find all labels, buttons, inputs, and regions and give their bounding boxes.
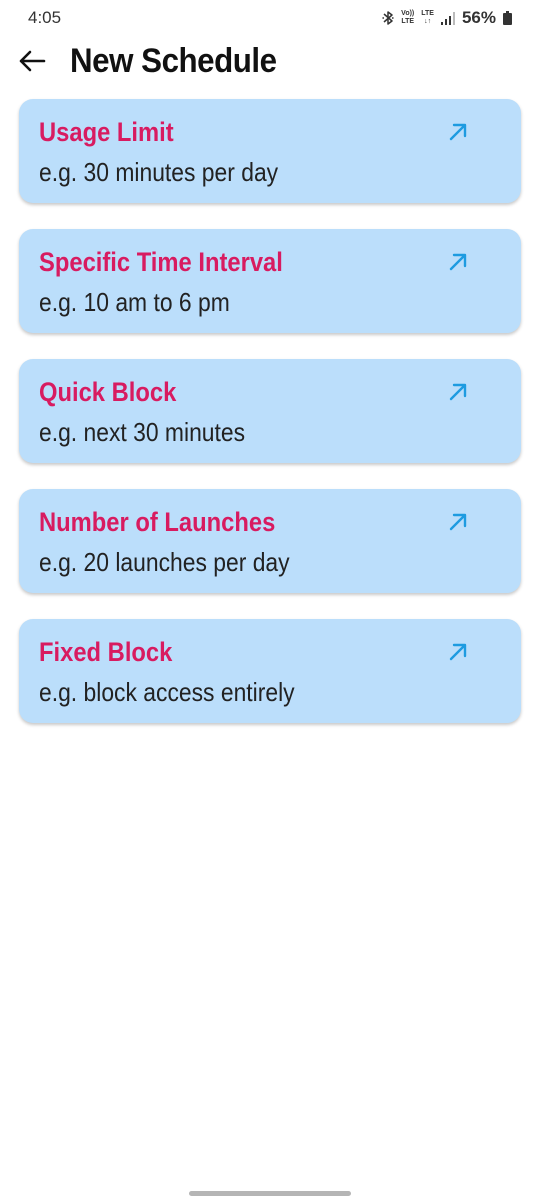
card-title: Fixed Block xyxy=(39,637,173,667)
volte-top-label: Vo)) xyxy=(401,10,415,17)
back-button[interactable] xyxy=(12,43,52,83)
card-title: Usage Limit xyxy=(39,117,174,147)
bluetooth-icon xyxy=(382,10,394,26)
status-bar: 4:05 Vo)) LTE LTE ↓↑ 56% xyxy=(0,0,540,36)
app-bar: New Schedule xyxy=(0,38,540,88)
status-icons: Vo)) LTE LTE ↓↑ 56% xyxy=(382,8,512,28)
schedule-card-quick-block[interactable]: Quick Block e.g. next 30 minutes xyxy=(19,359,521,463)
page-title: New Schedule xyxy=(70,42,277,80)
schedule-card-fixed-block[interactable]: Fixed Block e.g. block access entirely xyxy=(19,619,521,723)
lte-top-label: LTE xyxy=(421,10,434,17)
card-subtitle: e.g. next 30 minutes xyxy=(39,417,246,447)
gesture-nav-handle[interactable] xyxy=(189,1191,351,1196)
card-subtitle: e.g. block access entirely xyxy=(39,677,295,707)
volte-icon: Vo)) LTE xyxy=(401,10,414,26)
lte-bottom-label: ↓↑ xyxy=(424,18,432,25)
new-schedule-screen: 4:05 Vo)) LTE LTE ↓↑ 56% New Schedule Us… xyxy=(0,0,540,1204)
card-subtitle: e.g. 30 minutes per day xyxy=(39,157,279,187)
card-title: Quick Block xyxy=(39,377,177,407)
arrow-up-right-icon xyxy=(447,251,469,273)
battery-icon xyxy=(503,11,512,25)
schedule-card-usage-limit[interactable]: Usage Limit e.g. 30 minutes per day xyxy=(19,99,521,203)
signal-icon xyxy=(440,11,455,25)
volte-bottom-label: LTE xyxy=(401,18,415,25)
arrow-up-right-icon xyxy=(447,121,469,143)
schedule-card-number-of-launches[interactable]: Number of Launches e.g. 20 launches per … xyxy=(19,489,521,593)
arrow-up-right-icon xyxy=(447,511,469,533)
card-title: Number of Launches xyxy=(39,507,276,537)
status-time: 4:05 xyxy=(28,8,62,27)
battery-percentage: 56% xyxy=(461,8,496,27)
lte-data-icon: LTE ↓↑ xyxy=(421,10,434,26)
schedule-type-list: Usage Limit e.g. 30 minutes per day Spec… xyxy=(19,99,521,749)
arrow-left-icon xyxy=(18,49,46,78)
card-subtitle: e.g. 20 launches per day xyxy=(39,547,290,577)
arrow-up-right-icon xyxy=(447,641,469,663)
arrow-up-right-icon xyxy=(447,381,469,403)
schedule-card-specific-time-interval[interactable]: Specific Time Interval e.g. 10 am to 6 p… xyxy=(19,229,521,333)
card-subtitle: e.g. 10 am to 6 pm xyxy=(39,287,230,317)
card-title: Specific Time Interval xyxy=(39,247,283,277)
